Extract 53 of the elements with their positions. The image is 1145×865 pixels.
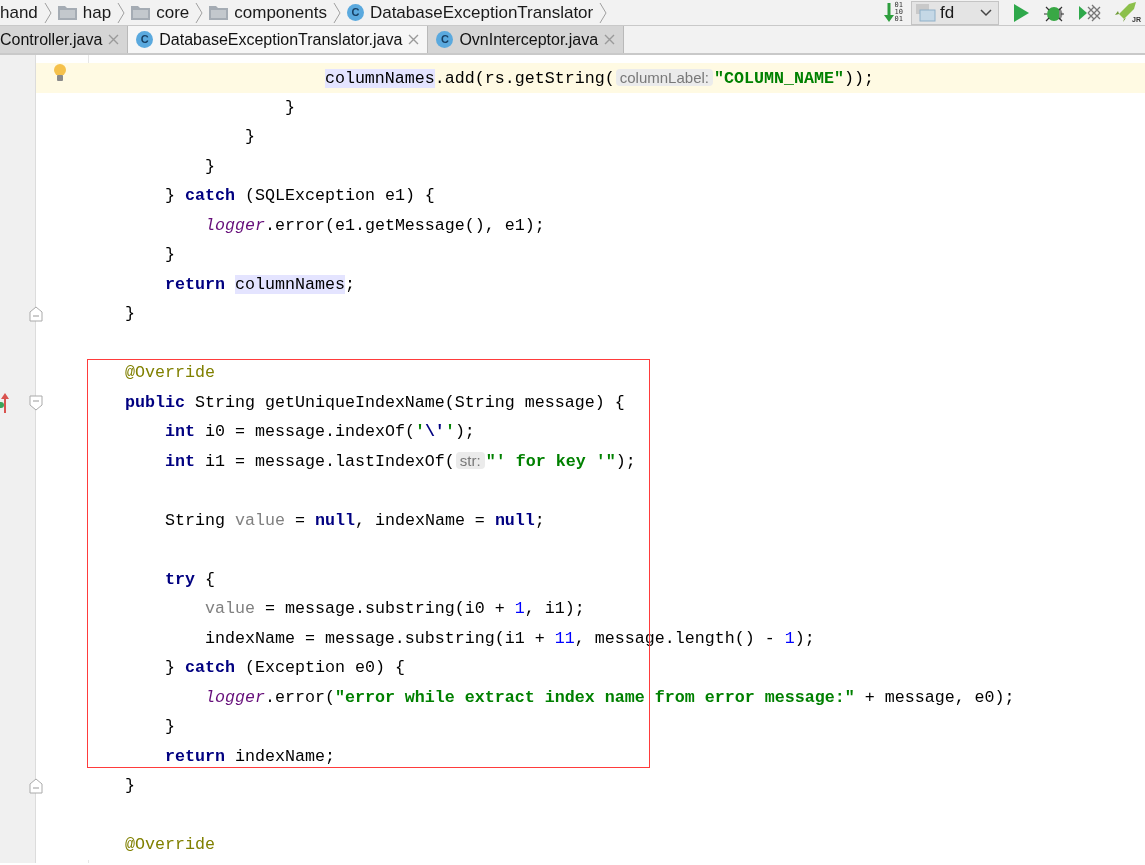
code-line: columnNames.add(rs.getString( columnLabel: "COLUMN_NAME"));	[323, 67, 874, 90]
code-line: @Override	[124, 834, 215, 856]
run-config-dropdown[interactable]: fd	[911, 0, 999, 25]
coverage-icon[interactable]	[1079, 3, 1101, 22]
class-icon: C	[436, 31, 454, 48]
editor-tab[interactable]: Controller.java	[0, 26, 129, 53]
fold-marker-icon[interactable]	[29, 306, 43, 322]
class-icon: C	[136, 31, 154, 48]
code-line: }	[163, 716, 175, 738]
breadcrumb-item[interactable]: DatabaseExceptionTranslator	[369, 0, 594, 26]
override-arrow-icon	[0, 392, 10, 413]
code-line: } catch (Exception e0) {	[163, 657, 405, 679]
code-line: public String getUniqueIndexName(String message) {	[124, 391, 625, 414]
breadcrumb-item[interactable]: hap	[82, 0, 112, 26]
code-line: }	[283, 96, 295, 119]
code-line: }	[243, 126, 255, 148]
run-icon[interactable]	[1013, 3, 1029, 22]
code-line: }	[163, 244, 175, 266]
breadcrumb-item[interactable]: hand	[0, 0, 38, 26]
chevron-icon	[195, 1, 204, 24]
fold-marker-icon[interactable]	[29, 394, 43, 411]
code-line: }	[203, 155, 215, 178]
folder-icon	[131, 5, 151, 20]
caret-icon	[980, 8, 992, 17]
code-line: }	[124, 303, 135, 325]
code-line: try {	[163, 568, 215, 591]
close-icon[interactable]	[108, 34, 120, 45]
editor-tab[interactable]: C DatabaseExceptionTranslator.java	[128, 26, 429, 53]
lightbulb-icon[interactable]	[53, 64, 67, 82]
code-line: String value = null, indexName = null;	[163, 509, 545, 532]
code-line: int i0 = message.indexOf('\'');	[163, 421, 475, 443]
code-line: value = message.substring(i0 + 1, i1);	[203, 598, 585, 620]
window-icon	[916, 3, 936, 22]
chevron-icon	[43, 1, 52, 24]
code-line: @Override	[124, 362, 215, 384]
code-line: }	[124, 775, 135, 797]
code-line: } catch (SQLException e1) {	[163, 185, 435, 207]
editor-tab[interactable]: C OvnInterceptor.java	[428, 26, 625, 53]
code-line: return indexName;	[163, 745, 335, 768]
code-line: logger.error("error while extract index name from error message:" + message, e0);	[203, 686, 1015, 709]
breadcrumb-item[interactable]: core	[156, 0, 190, 26]
code-line: logger.error(e1.getMessage(), e1);	[203, 214, 545, 237]
close-icon[interactable]	[408, 34, 420, 45]
fold-marker-icon[interactable]	[29, 778, 43, 794]
folder-icon	[57, 5, 77, 20]
chevron-icon	[332, 1, 341, 24]
code-line: int i1 = message.lastIndexOf( str: "' for key '");	[163, 451, 636, 473]
breadcrumb-item[interactable]: components	[234, 0, 327, 26]
folder-icon	[209, 5, 229, 20]
chevron-icon	[599, 1, 608, 24]
chevron-icon	[117, 1, 126, 24]
class-icon: C	[346, 4, 364, 21]
close-icon[interactable]	[604, 34, 616, 45]
